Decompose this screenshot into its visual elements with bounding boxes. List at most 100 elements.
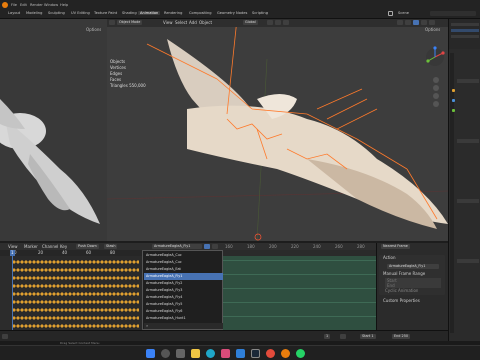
view-layer-selector[interactable] (430, 11, 476, 16)
navigation-gizmo-icon[interactable] (423, 45, 447, 75)
menu-select[interactable]: Select (175, 20, 187, 26)
workspace-tab[interactable]: Layout (6, 11, 22, 15)
menu-window[interactable]: Window (44, 3, 58, 7)
frame-ruler[interactable] (0, 250, 142, 256)
outliner-row[interactable] (451, 35, 479, 38)
outliner[interactable] (448, 19, 480, 49)
search-icon[interactable] (161, 349, 170, 358)
camera-view-icon[interactable] (433, 93, 439, 99)
workspace-tab[interactable]: Sculpting (46, 11, 67, 15)
proportional-edit-icon[interactable] (283, 20, 289, 25)
modifier-props-icon[interactable] (452, 99, 455, 102)
start-frame-field[interactable]: Start 1 (360, 334, 376, 339)
action-item[interactable]: ArmatureEagleA_Fly6 (144, 308, 223, 315)
action-selector[interactable]: ArmatureEagleA_Fly1 (152, 244, 202, 249)
workspace-tab[interactable]: Compositing (187, 11, 214, 15)
store-icon[interactable] (221, 349, 230, 358)
end-frame-field[interactable]: End 250 (392, 334, 411, 339)
mode-selector[interactable]: Object Mode (117, 20, 143, 25)
nla-strips-area[interactable] (223, 250, 376, 341)
current-frame-field[interactable]: 1 (324, 334, 331, 339)
properties-editor[interactable] (448, 49, 480, 341)
menu-add[interactable]: Add (189, 20, 197, 26)
snapping-mode[interactable]: Nearest Frame (381, 244, 410, 249)
workspace-tab[interactable]: UV Editing (69, 11, 92, 15)
editor-type-icon[interactable] (109, 20, 115, 25)
workspace-tab[interactable]: Geometry Nodes (215, 11, 249, 15)
end-frame-label: End (394, 334, 401, 338)
data-props-icon[interactable] (452, 109, 455, 112)
custom-properties-section[interactable]: Custom Properties (383, 298, 420, 304)
scene-selector[interactable]: Scene (396, 11, 411, 15)
material-shading-icon[interactable] (421, 20, 427, 25)
stash-button[interactable]: Stash (104, 244, 118, 249)
menu-render[interactable]: Render (30, 3, 43, 7)
action-item[interactable]: ArmatureEagleA_Fly3 (144, 287, 223, 294)
edge-icon[interactable] (206, 349, 215, 358)
rendered-shading-icon[interactable] (429, 20, 435, 25)
task-view-icon[interactable] (176, 349, 185, 358)
workspace-tab[interactable]: Rendering (162, 11, 184, 15)
outliner-row-selected[interactable] (451, 29, 479, 32)
close-icon[interactable] (212, 244, 218, 249)
pivot-icon[interactable] (267, 20, 273, 25)
action-dropdown[interactable]: ArmatureEagleA_Cuc ArmatureEagleA_Cuc Ar… (142, 250, 223, 330)
file-explorer-icon[interactable] (191, 349, 200, 358)
workspace-tab[interactable]: Shading (120, 11, 139, 15)
auto-key-icon[interactable] (340, 334, 346, 339)
workspace-tab[interactable]: Modeling (24, 11, 44, 15)
whatsapp-icon[interactable] (296, 349, 305, 358)
fake-user-icon[interactable] (204, 244, 210, 249)
properties-field[interactable] (457, 259, 479, 263)
viewport-options[interactable]: Options (425, 27, 440, 33)
manual-frame-range-checkbox[interactable]: Manual Frame Range (383, 271, 425, 277)
action-item[interactable]: ArmatureEagleA_Fly4 (144, 294, 223, 301)
main-3d-viewport[interactable]: Objects Vertices Edges Faces Triangles 5… (107, 19, 448, 241)
dopesheet-keyframes[interactable]: 0 20 40 60 80 1 (0, 250, 142, 330)
solid-shading-icon[interactable] (413, 20, 419, 25)
action-search-input[interactable]: ⌕ (144, 323, 223, 329)
blender-logo-icon[interactable] (2, 2, 8, 8)
action-item[interactable]: ArmatureEagleA_Fly5 (144, 301, 223, 308)
action-section-title[interactable]: Action (383, 255, 396, 261)
menu-object[interactable]: Object (199, 20, 212, 26)
overlay-icon[interactable] (397, 20, 403, 25)
action-item[interactable]: ArmatureEagleA_Cuc (144, 252, 223, 259)
action-item[interactable]: ArmatureEagleA_Fly2 (144, 280, 223, 287)
push-down-button[interactable]: Push Down (76, 244, 99, 249)
chrome-icon[interactable] (266, 349, 275, 358)
workspace-tab[interactable]: Scripting (250, 11, 270, 15)
scene-icon[interactable] (388, 11, 393, 16)
windows-icon[interactable] (146, 349, 155, 358)
action-item[interactable]: ArmatureEagleA_Hunt1 (144, 315, 223, 322)
steam-icon[interactable] (251, 349, 260, 358)
properties-field[interactable] (457, 199, 479, 203)
xray-icon[interactable] (405, 20, 411, 25)
cyclic-animation-checkbox[interactable]: Cyclic Animation (385, 288, 418, 294)
transform-orientation[interactable]: Global (243, 20, 258, 25)
nla-ruler[interactable] (223, 250, 376, 256)
action-item[interactable]: ArmatureEagleA_Cuc (144, 259, 223, 266)
playback-icon[interactable] (2, 334, 8, 339)
workspace-tab[interactable]: Texture Paint (92, 11, 119, 15)
workspace-tab-active[interactable]: Animation (138, 11, 161, 15)
menu-file[interactable]: File (11, 3, 17, 7)
snap-icon[interactable] (275, 20, 281, 25)
action-field[interactable]: ArmatureEagleA_Fly1 (387, 264, 439, 269)
blender-icon[interactable] (281, 349, 290, 358)
zoom-icon[interactable] (433, 77, 439, 83)
action-item-selected[interactable]: ArmatureEagleA_Fly1 (144, 273, 223, 280)
properties-field[interactable] (457, 139, 479, 143)
action-item[interactable]: ArmatureEagleA_Eat (144, 266, 223, 273)
channel-list[interactable] (0, 256, 12, 330)
left-3d-viewport[interactable]: Options (0, 19, 107, 241)
perspective-toggle-icon[interactable] (433, 101, 439, 107)
pan-icon[interactable] (433, 85, 439, 91)
object-props-icon[interactable] (452, 89, 455, 92)
menu-edit[interactable]: Edit (20, 3, 27, 7)
properties-field[interactable] (457, 79, 479, 83)
outliner-row[interactable] (451, 23, 479, 26)
menu-view[interactable]: View (163, 20, 173, 26)
mail-icon[interactable] (236, 349, 245, 358)
menu-help[interactable]: Help (60, 3, 68, 7)
